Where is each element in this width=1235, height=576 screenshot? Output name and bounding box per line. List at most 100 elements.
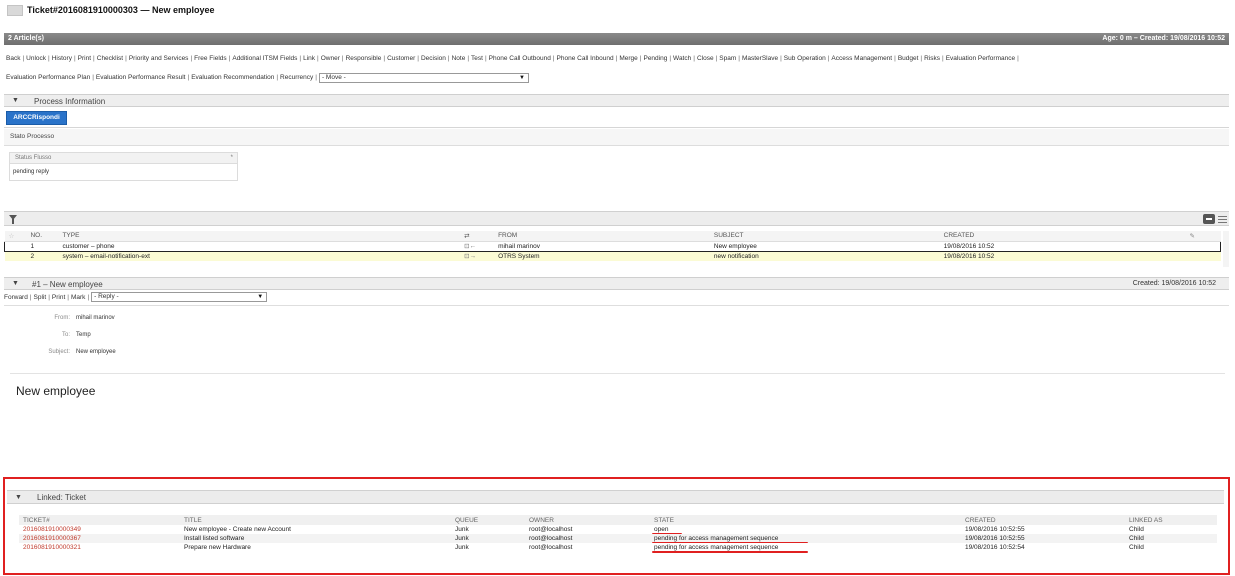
- to-label: To:: [61, 332, 70, 338]
- menu-item-evaluation-performance[interactable]: Evaluation Performance: [946, 49, 1015, 68]
- mark-link[interactable]: Mark: [71, 294, 85, 301]
- linked-ticket-table: TICKET# TITLE QUEUE OWNER STATE CREATED …: [19, 515, 1217, 553]
- collapse-toggle-icon[interactable]: ▼: [12, 97, 19, 104]
- menu-item-checklist[interactable]: Checklist: [97, 49, 123, 68]
- article-body: New employee: [16, 384, 96, 398]
- ticket-linked-as: Child: [1125, 534, 1217, 543]
- menu-item-history[interactable]: History: [52, 49, 72, 68]
- menu-item-unlock[interactable]: Unlock: [26, 49, 46, 68]
- ticket-queue: Junk: [451, 525, 525, 534]
- article-type: system – email-notification-ext: [58, 251, 461, 261]
- article-created: 19/08/2016 10:52: [939, 240, 1186, 252]
- ticket-zoom-page: Ticket#2016081910000303 — New employee 2…: [0, 0, 1235, 576]
- from-label: From:: [54, 315, 70, 321]
- menu-item-masterslave[interactable]: MasterSlave: [742, 49, 778, 68]
- divider: [4, 127, 1229, 128]
- forward-link[interactable]: Forward: [4, 294, 28, 301]
- print-link[interactable]: Print: [52, 294, 65, 301]
- menu-item-evaluation-recommendation[interactable]: Evaluation Recommendation: [191, 68, 274, 87]
- article-list-scrollbar[interactable]: [1223, 231, 1229, 267]
- menu-item-priority-and-services[interactable]: Priority and Services: [129, 49, 189, 68]
- column-header[interactable]: LINKED AS: [1125, 515, 1217, 525]
- reply-select[interactable]: - Reply - ▼: [91, 292, 268, 302]
- collapsed-view-icon[interactable]: [1203, 214, 1215, 224]
- ticket-linked-as: Child: [1125, 543, 1217, 552]
- column-header[interactable]: CREATED: [961, 515, 1125, 525]
- star-icon[interactable]: ☆: [9, 233, 15, 240]
- ticket-number-link[interactable]: 2016081910000321: [19, 543, 180, 552]
- column-header[interactable]: TYPE: [58, 231, 461, 242]
- outgoing-direction-icon: ⊡→: [460, 251, 495, 261]
- list-view-icon[interactable]: [1218, 214, 1227, 224]
- linked-ticket-row[interactable]: 2016081910000349 New employee - Create n…: [19, 525, 1217, 535]
- split-link[interactable]: Split: [34, 294, 47, 301]
- stato-processo-label: Stato Processo: [10, 133, 55, 140]
- menu-item-test[interactable]: Test: [471, 49, 483, 68]
- column-header[interactable]: QUEUE: [451, 515, 525, 525]
- menu-item-close[interactable]: Close: [697, 49, 714, 68]
- menu-item-budget[interactable]: Budget: [898, 49, 919, 68]
- to-value: Temp: [76, 332, 91, 338]
- menu-item-merge[interactable]: Merge: [619, 49, 637, 68]
- linked-ticket-row[interactable]: 2016081910000321 Prepare new Hardware Ju…: [19, 543, 1217, 553]
- ticket-state-cell: open: [650, 525, 961, 535]
- ticket-number-link[interactable]: 2016081910000349: [19, 525, 180, 534]
- article-actions: Forward | Split | Print | Mark | - Reply - ▼: [4, 292, 268, 302]
- article-count: 2 Article(s): [8, 35, 44, 42]
- menu-item-sub-operation[interactable]: Sub Operation: [784, 49, 826, 68]
- menu-item-decision[interactable]: Decision: [421, 49, 446, 68]
- move-select[interactable]: - Move - ▼: [318, 72, 529, 83]
- article-attachment-cell: [1185, 251, 1221, 261]
- article-row[interactable]: 2 system – email-notification-ext ⊡→ OTR…: [4, 251, 1221, 261]
- menu-item-note[interactable]: Note: [452, 49, 466, 68]
- article-detail-header[interactable]: ▼ #1 – New employee Created: 19/08/2016 …: [4, 277, 1229, 290]
- ticket-owner: root@localhost: [525, 543, 650, 552]
- menu-item-link[interactable]: Link: [303, 49, 315, 68]
- column-header[interactable]: SUBJECT: [709, 231, 940, 242]
- linked-ticket-row[interactable]: 2016081910000367 Install listed software…: [19, 534, 1217, 544]
- column-header[interactable]: CREATED: [939, 231, 1186, 242]
- process-info-header[interactable]: ▼ Process Information: [4, 94, 1229, 107]
- article-row[interactable]: 1 customer – phone ⊡← mihail marinov New…: [4, 240, 1222, 252]
- column-header[interactable]: TICKET#: [19, 515, 180, 525]
- article-star-cell: [4, 251, 27, 261]
- menu-item-evaluation-performance-plan[interactable]: Evaluation Performance Plan: [6, 68, 90, 87]
- article-created: 19/08/2016 10:52: [939, 251, 1186, 261]
- menu-item-access-management[interactable]: Access Management: [831, 49, 892, 68]
- column-header[interactable]: STATE: [650, 515, 961, 525]
- article-bar: 2 Article(s) Age: 0 m – Created: 19/08/2…: [4, 33, 1229, 45]
- menu-item-additional-itsm-fields[interactable]: Additional ITSM Fields: [232, 49, 297, 68]
- filter-icon[interactable]: [9, 215, 17, 224]
- menu-item-phone-call-inbound[interactable]: Phone Call Inbound: [557, 49, 614, 68]
- menu-item-risks[interactable]: Risks: [924, 49, 940, 68]
- column-header[interactable]: TITLE: [180, 515, 451, 525]
- window-title: Ticket#2016081910000303 — New employee: [27, 5, 215, 15]
- collapse-toggle-icon[interactable]: ▼: [15, 494, 22, 501]
- column-header[interactable]: FROM: [494, 231, 710, 242]
- linked-ticket-header[interactable]: ▼ Linked: Ticket: [7, 490, 1224, 504]
- collapse-toggle-icon[interactable]: ▼: [12, 280, 19, 287]
- article-no: 2: [26, 251, 59, 261]
- menu-item-watch[interactable]: Watch: [673, 49, 691, 68]
- menu-item-spam[interactable]: Spam: [719, 49, 736, 68]
- status-flusso-widget: Status Flusso * pending reply: [9, 152, 238, 181]
- menu-item-print[interactable]: Print: [78, 49, 91, 68]
- ticket-number-link[interactable]: 2016081910000367: [19, 534, 180, 543]
- menu-item-recurrency[interactable]: Recurrency: [280, 68, 313, 87]
- menu-item-back[interactable]: Back: [6, 49, 20, 68]
- arcc-rispondi-button[interactable]: ARCCRispondi: [6, 111, 67, 125]
- menu-item-evaluation-performance-result[interactable]: Evaluation Performance Result: [96, 68, 186, 87]
- ticket-state-cell: pending for access management sequence: [650, 543, 961, 553]
- column-header[interactable]: OWNER: [525, 515, 650, 525]
- menu-item-responsible[interactable]: Responsible: [346, 49, 382, 68]
- menu-item-pending[interactable]: Pending: [643, 49, 667, 68]
- reply-select-value: - Reply -: [94, 293, 119, 300]
- article-no: 1: [26, 240, 59, 252]
- ticket-state-cell: pending for access management sequence: [650, 534, 961, 544]
- menu-item-customer[interactable]: Customer: [387, 49, 415, 68]
- menu-item-free-fields[interactable]: Free Fields: [194, 49, 227, 68]
- menu-item-phone-call-outbound[interactable]: Phone Call Outbound: [489, 49, 551, 68]
- menu-item-owner[interactable]: Owner: [321, 49, 340, 68]
- column-header[interactable]: NO.: [26, 231, 59, 242]
- asterisk-icon: *: [230, 155, 233, 161]
